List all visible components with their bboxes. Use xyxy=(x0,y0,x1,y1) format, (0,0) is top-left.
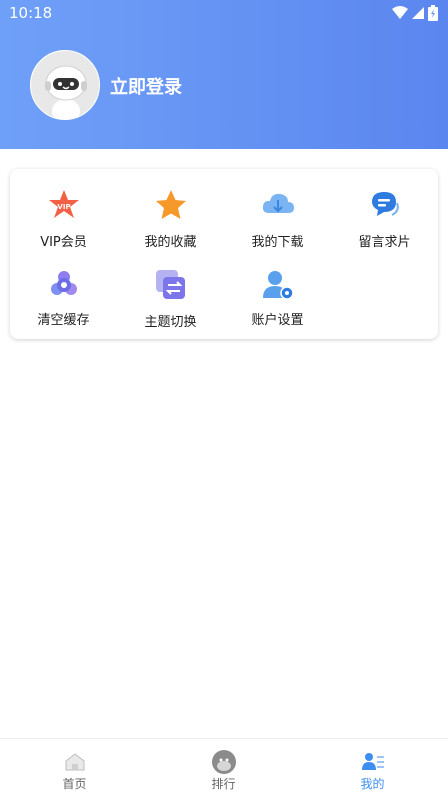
menu-item-label: 留言求片 xyxy=(358,235,411,250)
star-icon xyxy=(156,190,186,219)
menu-item-favorites[interactable]: 我的收藏 xyxy=(117,183,224,263)
menu-item-label: 清空缓存 xyxy=(37,313,90,328)
tab-ranking[interactable]: 排行 xyxy=(149,739,298,797)
wifi-icon xyxy=(392,6,408,19)
menu-item-label: 我的下载 xyxy=(251,235,304,250)
menu-item-request[interactable]: 留言求片 xyxy=(331,183,438,263)
cloud-download-icon xyxy=(262,193,294,213)
tab-label: 排行 xyxy=(211,777,236,791)
login-link[interactable]: 立即登录 xyxy=(110,73,182,99)
theme-switch-icon xyxy=(156,270,185,299)
status-time: 10:18 xyxy=(9,4,53,22)
battery-icon xyxy=(428,5,438,21)
menu-item-label: 账户设置 xyxy=(251,313,304,328)
menu-item-clear-cache[interactable]: 清空缓存 xyxy=(10,263,117,343)
robot-avatar-icon xyxy=(31,51,99,119)
account-settings-icon xyxy=(263,271,294,300)
menu-item-label: 我的收藏 xyxy=(144,235,197,250)
tab-profile[interactable]: 我的 xyxy=(298,739,447,797)
menu-card: VIP VIP会员 我的收藏 我的下载 留言求片 清空缓存 主题切换 账户设置 xyxy=(10,169,438,339)
tab-label: 首页 xyxy=(62,777,87,791)
ranking-icon xyxy=(212,750,236,774)
status-bar: 10:18 xyxy=(0,0,448,26)
menu-item-theme[interactable]: 主题切换 xyxy=(117,263,224,343)
clear-cache-icon xyxy=(51,271,77,295)
signal-icon xyxy=(412,7,424,19)
home-icon xyxy=(65,753,85,771)
tab-label: 我的 xyxy=(360,777,385,791)
menu-item-account[interactable]: 账户设置 xyxy=(224,263,331,343)
vip-star-icon: VIP xyxy=(49,190,79,218)
svg-text:VIP: VIP xyxy=(57,203,70,211)
message-icon xyxy=(372,192,399,216)
status-icons xyxy=(392,4,438,22)
avatar[interactable] xyxy=(30,50,100,120)
profile-icon xyxy=(362,753,384,770)
menu-item-vip[interactable]: VIP VIP会员 xyxy=(10,183,117,263)
menu-item-downloads[interactable]: 我的下载 xyxy=(224,183,331,263)
tab-home[interactable]: 首页 xyxy=(0,739,149,797)
bottom-nav: 首页 排行 我的 xyxy=(0,738,448,797)
menu-item-label: VIP会员 xyxy=(40,235,87,250)
menu-item-label: 主题切换 xyxy=(144,315,197,330)
